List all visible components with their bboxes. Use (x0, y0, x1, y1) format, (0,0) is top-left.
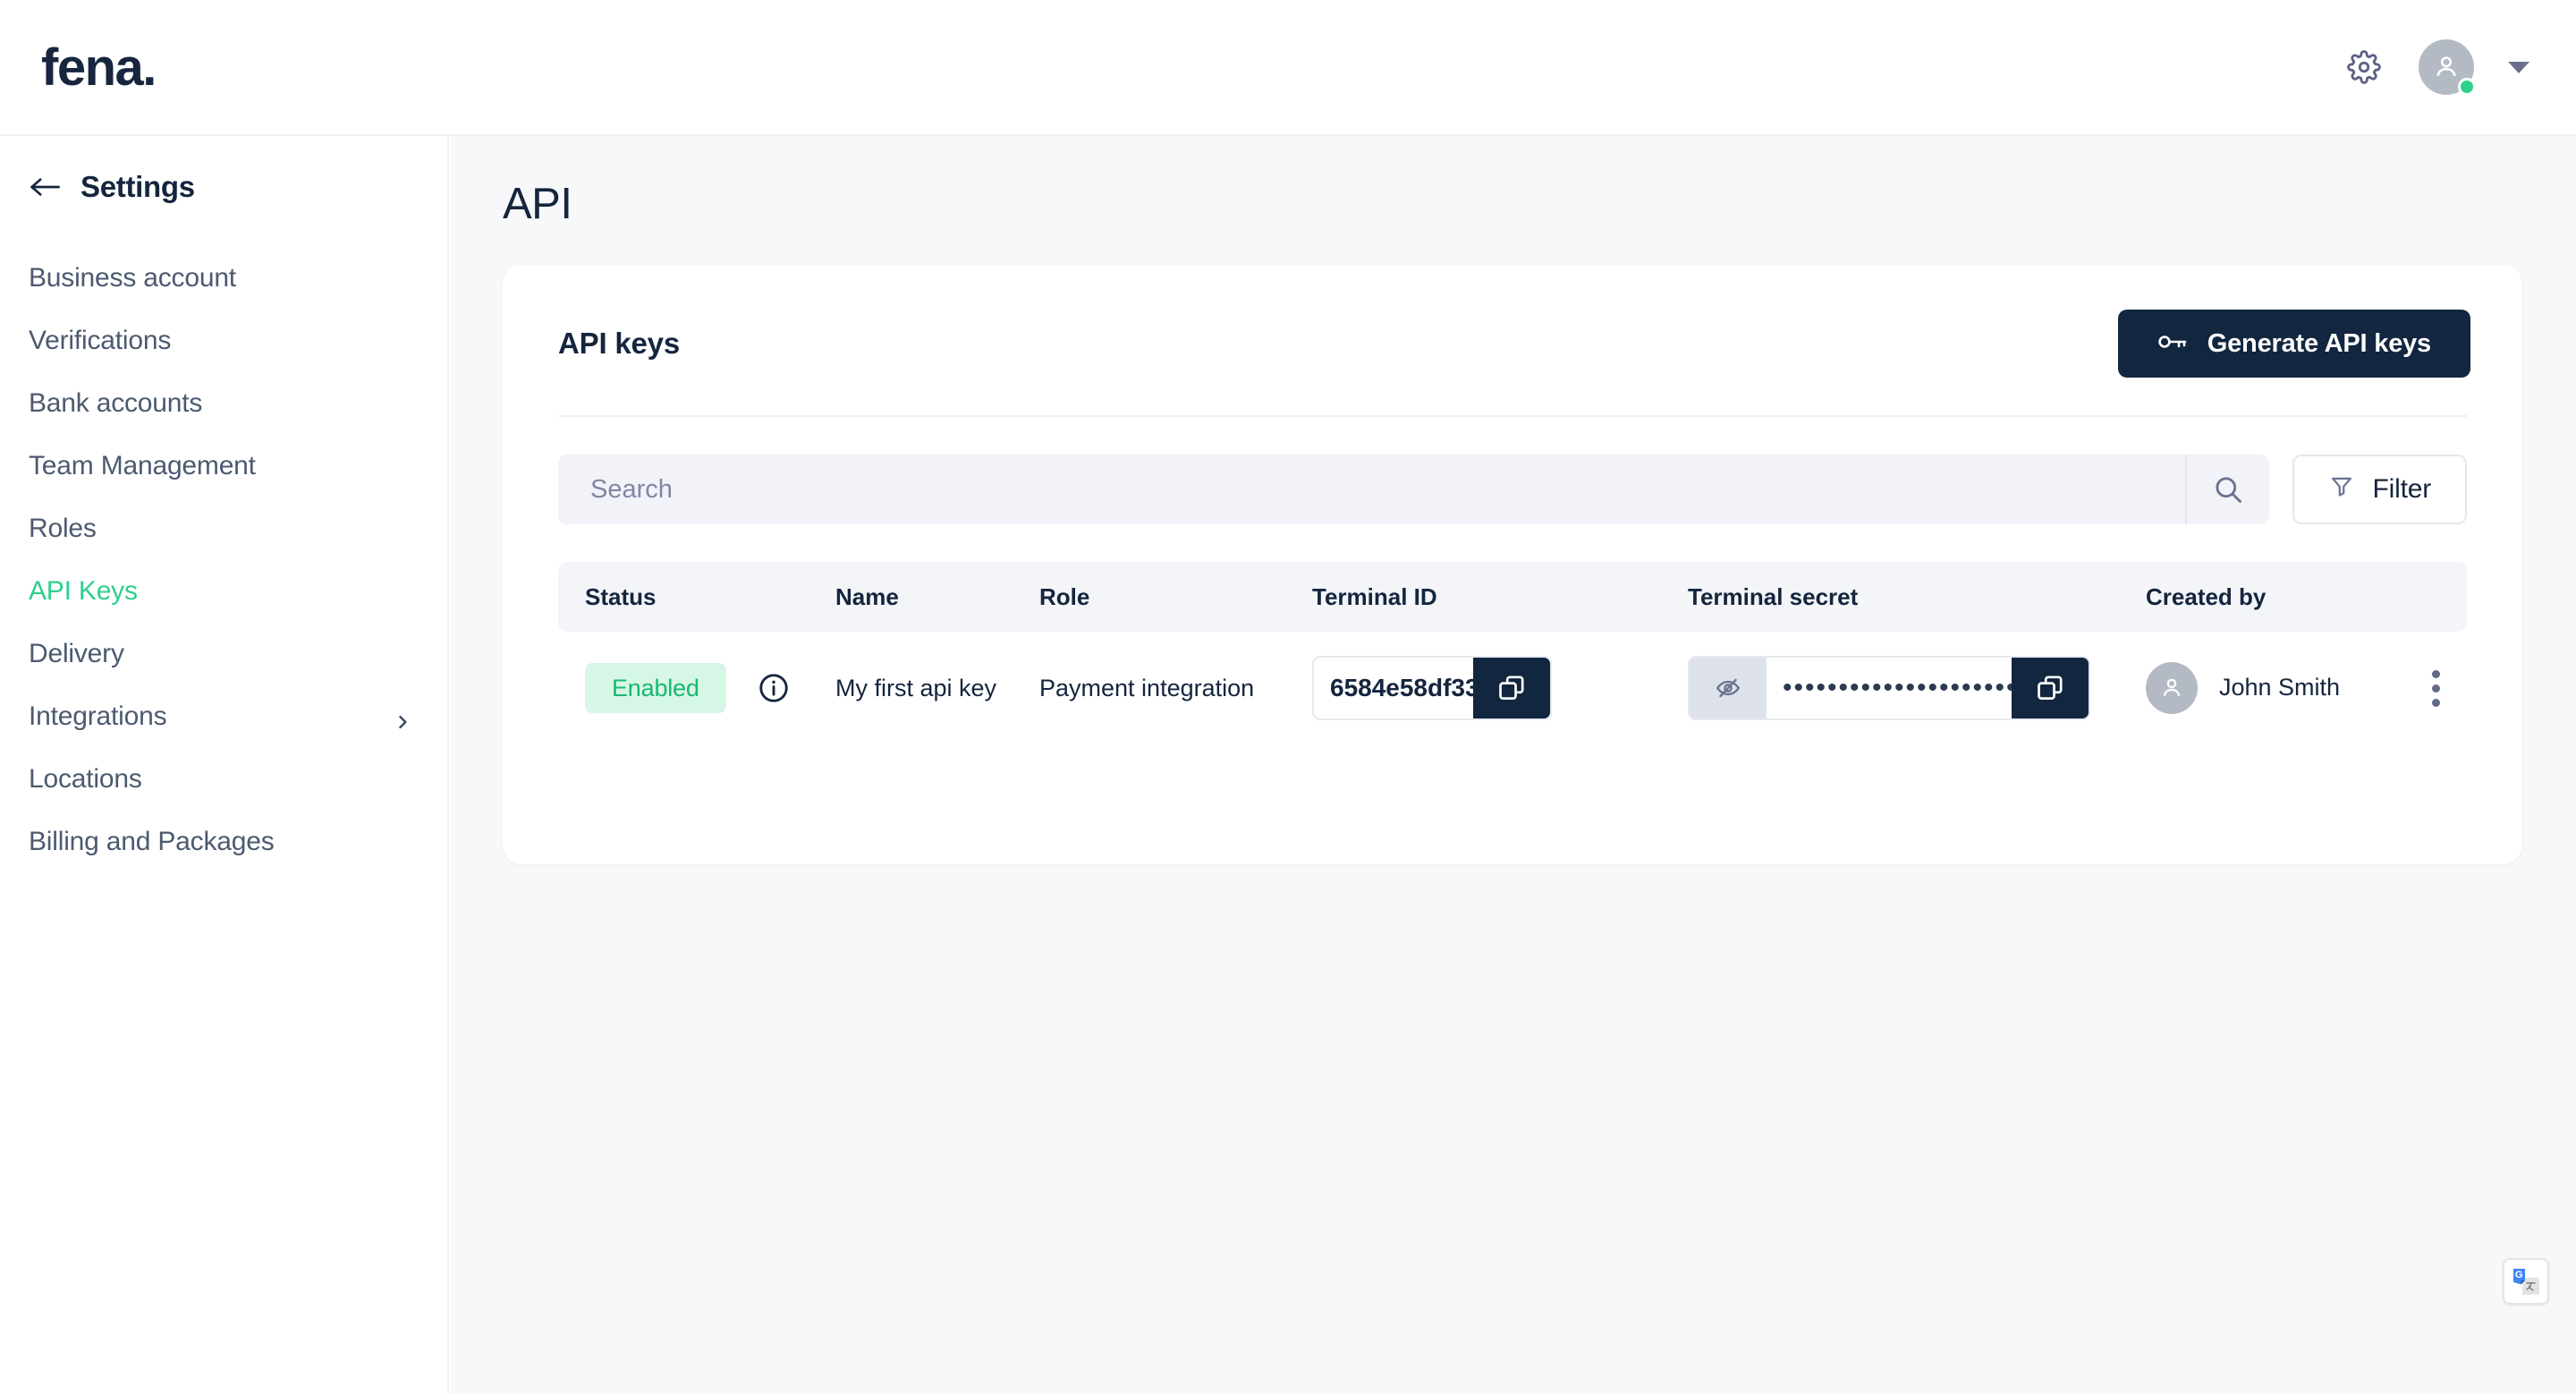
search-input[interactable] (558, 474, 2185, 505)
sidebar-item-integrations[interactable]: Integrations (0, 685, 447, 748)
created-by-avatar (2146, 662, 2198, 714)
filter-label: Filter (2372, 474, 2432, 504)
search-and-filter-row: Filter (503, 417, 2522, 524)
cell-name: My first api key (835, 674, 997, 701)
cell-terminal-id: 6584e58df333f865 (1312, 656, 1688, 720)
created-by-name: John Smith (2219, 674, 2341, 701)
main-content: API API keys Generate API keys Search Fi… (451, 136, 2576, 1394)
person-icon (2163, 678, 2181, 696)
chevron-down-icon[interactable] (2508, 61, 2529, 73)
table-row: Enabled My first api key Payment integra… (558, 632, 2467, 744)
cell-created-by: John Smith (2146, 662, 2467, 714)
page-title: API (503, 180, 572, 228)
arrow-left-icon (29, 174, 63, 200)
terminal-id-field: 6584e58df333f865 (1312, 656, 1552, 720)
column-header-role: Role (1039, 582, 1090, 610)
sidebar-item-locations[interactable]: Locations (0, 748, 447, 811)
sidebar-item-billing-and-packages[interactable]: Billing and Packages (0, 811, 447, 873)
sidebar-item-delivery[interactable]: Delivery (0, 623, 447, 685)
terminal-secret-field: •••••••••••••••••••••••••••••••• (1688, 656, 2090, 720)
sidebar-item-roles[interactable]: Roles (0, 497, 447, 560)
copy-terminal-secret-button[interactable] (2012, 658, 2089, 718)
filter-icon (2328, 473, 2355, 506)
column-header-status: Status (585, 582, 657, 610)
chevron-right-icon (394, 708, 411, 729)
row-menu-button[interactable] (2432, 669, 2440, 707)
column-header-terminal-secret: Terminal secret (1688, 582, 1859, 610)
copy-icon (2038, 676, 2063, 700)
kebab-dot (2432, 684, 2440, 693)
cell-status: Enabled (558, 663, 835, 713)
person-icon (2436, 56, 2456, 77)
key-icon (2157, 329, 2188, 359)
google-translate-icon: G (2513, 1269, 2539, 1295)
sidebar-item-verifications[interactable]: Verifications (0, 310, 447, 372)
filter-button[interactable]: Filter (2292, 455, 2467, 524)
generate-api-keys-button[interactable]: Generate API keys (2117, 310, 2470, 378)
api-keys-card: API keys Generate API keys Search Filter… (503, 265, 2522, 864)
sidebar-item-team-management[interactable]: Team Management (0, 435, 447, 497)
sidebar-item-label: Integrations (29, 701, 167, 731)
terminal-id-value: 6584e58df333f865 (1330, 674, 1473, 701)
info-icon[interactable] (757, 671, 791, 705)
eye-off-icon (1716, 678, 1741, 698)
terminal-secret-masked-value: •••••••••••••••••••••••••••••••• (1783, 673, 2012, 702)
copy-icon (1499, 676, 1524, 700)
sidebar-item-label: Delivery (29, 639, 124, 668)
top-header-bar: fena. (0, 0, 2576, 136)
sidebar-item-label: Bank accounts (29, 388, 203, 418)
copy-terminal-id-button[interactable] (1473, 658, 1550, 718)
column-header-name: Name (835, 582, 899, 610)
column-header-created-by: Created by (2146, 582, 2267, 610)
header-actions (2343, 39, 2529, 96)
sidebar-item-api-keys[interactable]: API Keys (0, 560, 447, 623)
table-header-row: Status Name Role Terminal ID Terminal se… (558, 562, 2467, 632)
sidebar-item-label: Verifications (29, 326, 172, 355)
toggle-secret-visibility-button[interactable] (1690, 658, 1767, 718)
status-badge: Enabled (585, 663, 726, 713)
search-box (558, 455, 2269, 524)
sidebar-item-label: Roles (29, 514, 97, 543)
card-header: API keys Generate API keys (503, 265, 2522, 378)
search-button[interactable] (2184, 455, 2269, 524)
sidebar-item-label: Business account (29, 263, 236, 293)
sidebar-item-bank-accounts[interactable]: Bank accounts (0, 372, 447, 435)
api-keys-table: Status Name Role Terminal ID Terminal se… (558, 562, 2467, 744)
kebab-dot (2432, 698, 2440, 707)
sidebar-item-label: Team Management (29, 451, 256, 480)
settings-gear-button[interactable] (2343, 47, 2385, 88)
cell-terminal-secret: •••••••••••••••••••••••••••••••• (1688, 656, 2146, 720)
sidebar-item-label: Locations (29, 764, 142, 794)
sidebar-title: Settings (80, 170, 195, 203)
generate-api-keys-label: Generate API keys (2207, 328, 2431, 358)
app-logo[interactable]: fena. (41, 38, 157, 98)
card-title: API keys (558, 327, 680, 360)
column-header-terminal-id: Terminal ID (1312, 582, 1437, 610)
gear-icon (2347, 50, 2381, 84)
online-status-dot (2458, 78, 2476, 96)
sidebar-item-label: API Keys (29, 576, 138, 606)
sidebar-back-to-settings[interactable]: Settings (0, 170, 447, 204)
google-translate-widget[interactable]: G (2503, 1258, 2549, 1305)
svg-text:G: G (2515, 1270, 2523, 1280)
sidebar-item-business-account[interactable]: Business account (0, 247, 447, 310)
settings-sidebar: Settings Business account Verifications … (0, 136, 449, 1394)
sidebar-item-label: Billing and Packages (29, 827, 275, 856)
kebab-dot (2432, 669, 2440, 678)
user-avatar-button[interactable] (2419, 39, 2476, 96)
cell-role: Payment integration (1039, 674, 1255, 701)
search-icon (2215, 477, 2241, 503)
